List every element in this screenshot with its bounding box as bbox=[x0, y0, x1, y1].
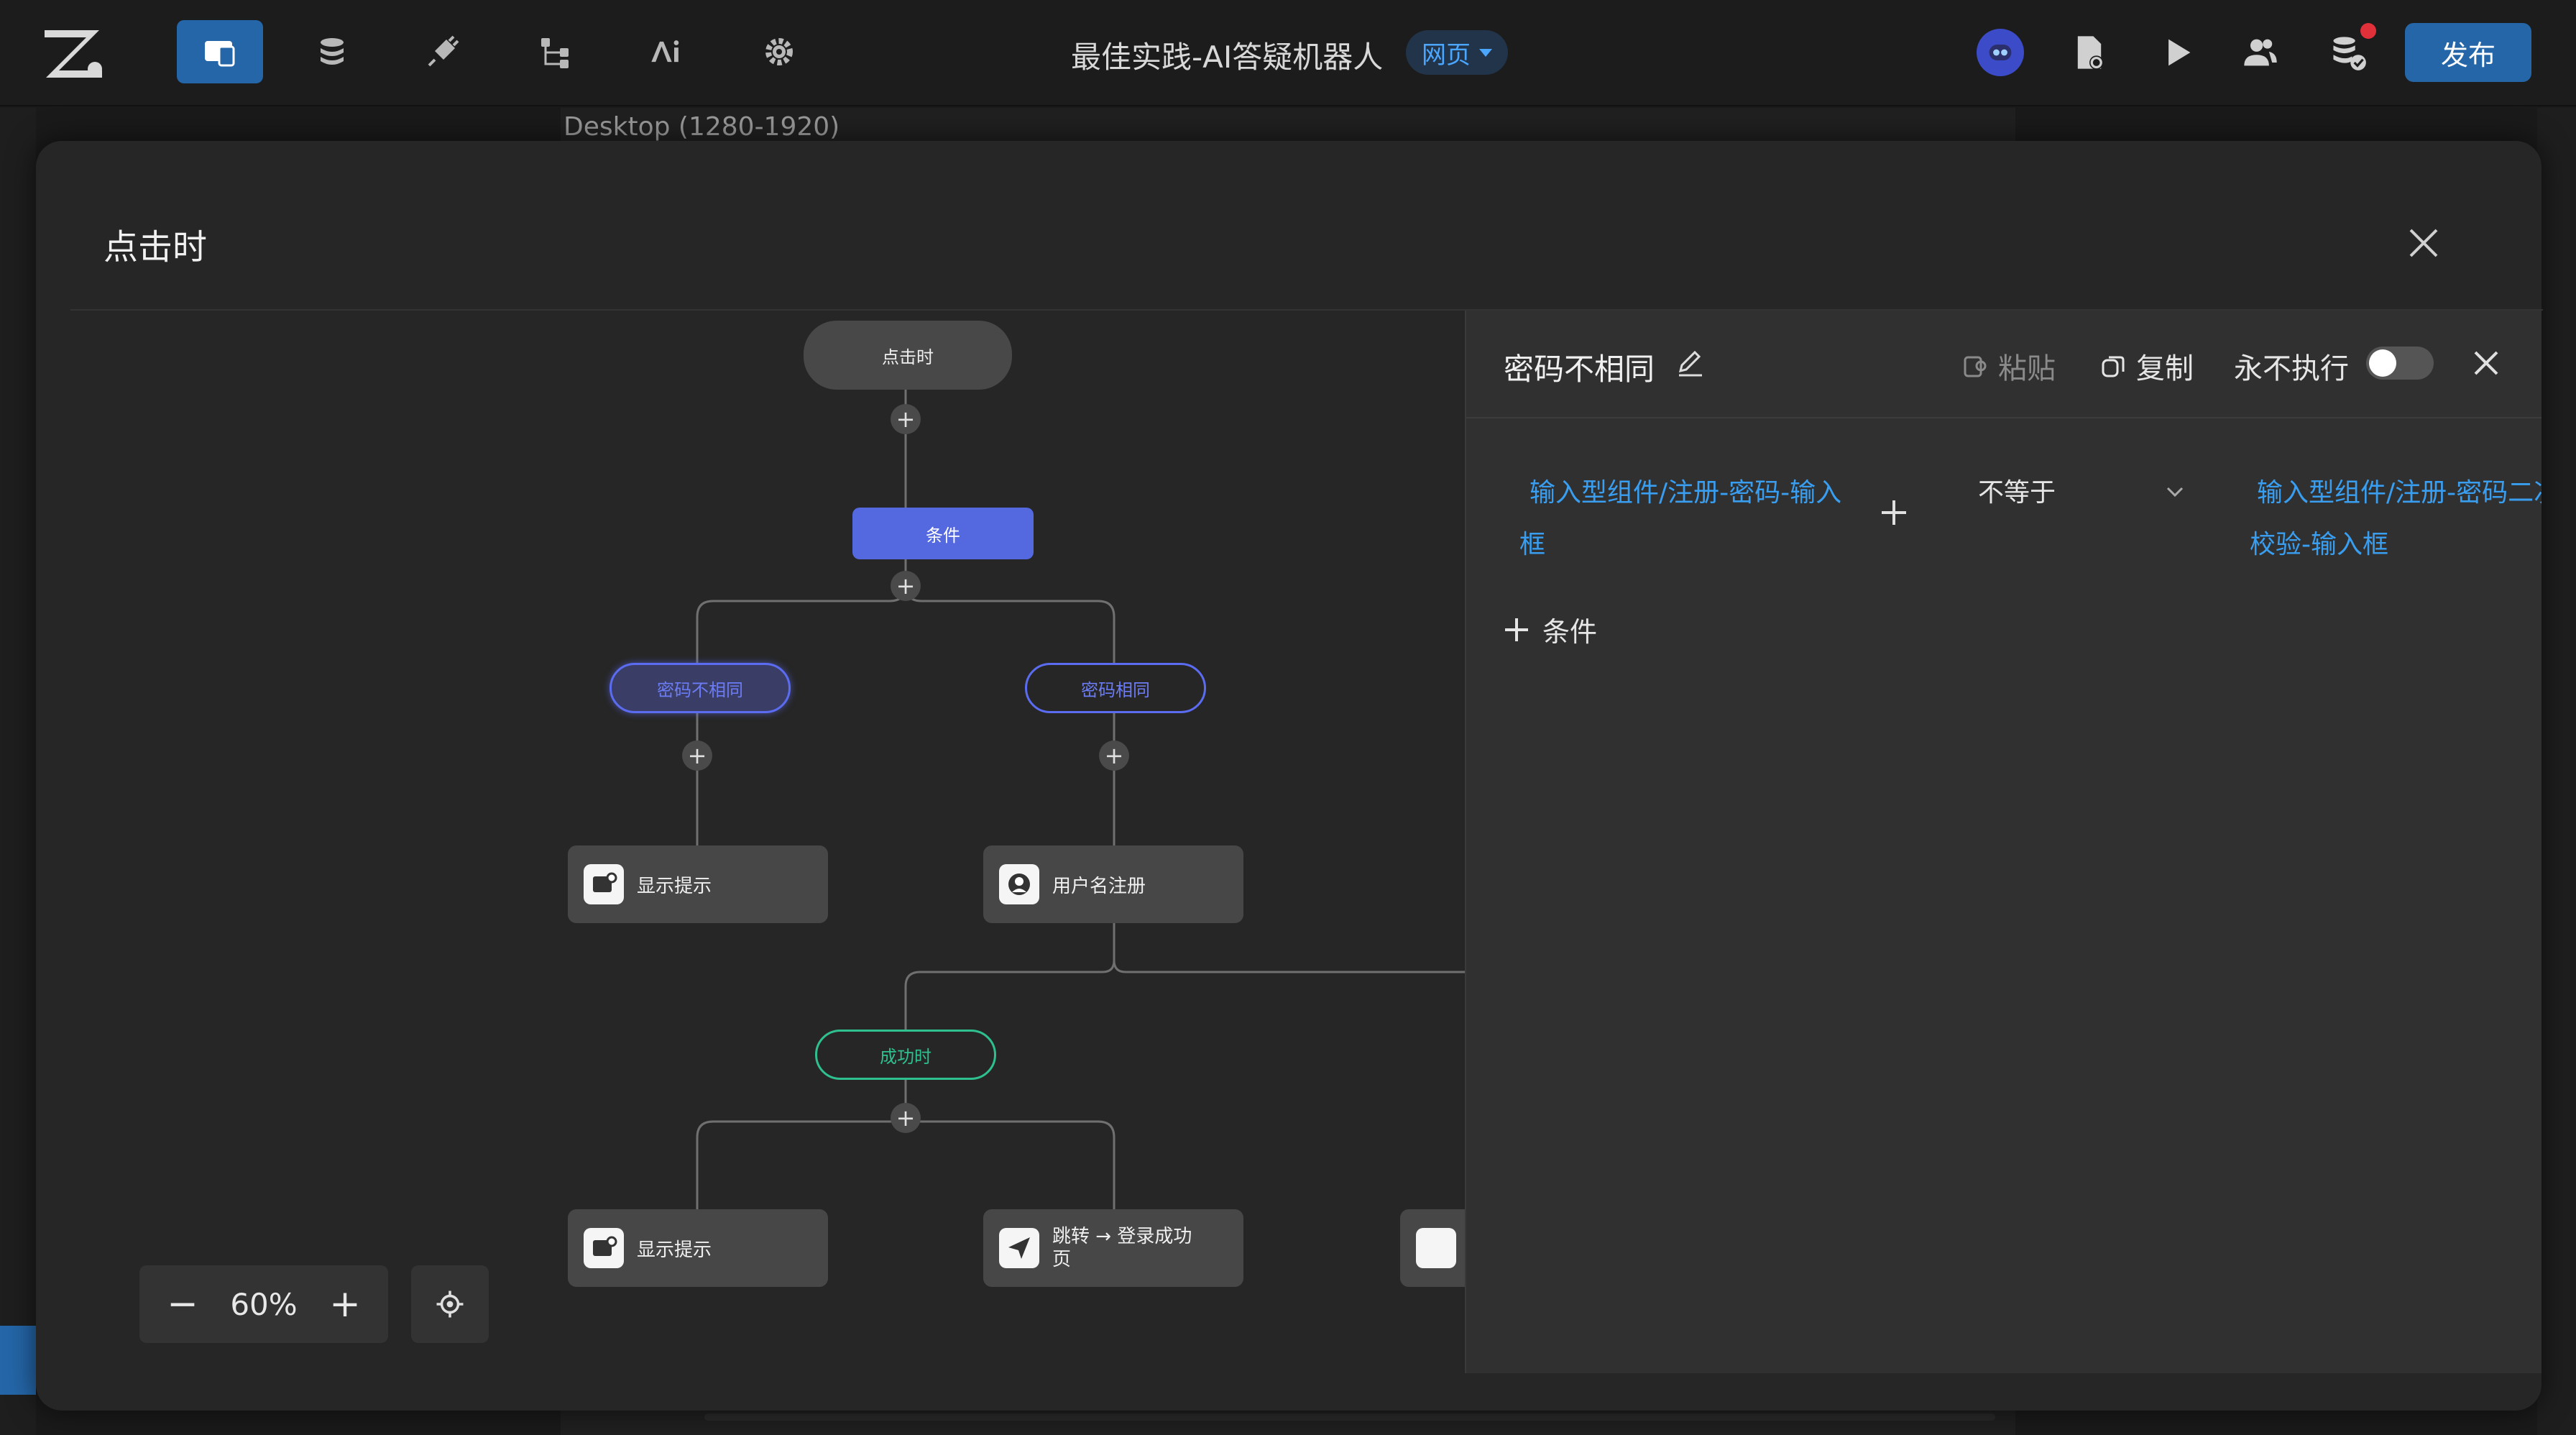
settings-icon[interactable] bbox=[736, 20, 822, 83]
plugin-icon[interactable] bbox=[400, 20, 486, 83]
card-label: 跳转 → 登录成功页 bbox=[1052, 1225, 1192, 1271]
message-icon bbox=[1416, 1228, 1456, 1268]
on-success-node[interactable]: 成功时 bbox=[815, 1030, 996, 1080]
publish-button[interactable]: 发布 bbox=[2405, 23, 2531, 82]
operand-line: 输入型组件/注册-密码-输入 bbox=[1530, 478, 1842, 508]
message-icon bbox=[584, 864, 624, 904]
action-card-show-tip[interactable]: 显示提示 bbox=[568, 1209, 828, 1287]
selected-item-highlight bbox=[0, 1326, 36, 1395]
card-label-line: 跳转 → 登录成功 bbox=[1052, 1226, 1192, 1247]
close-icon[interactable] bbox=[2402, 221, 2445, 265]
action-card-register[interactable]: 用户名注册 bbox=[983, 845, 1243, 923]
copy-label: 复制 bbox=[2136, 352, 2194, 385]
condition-detail-panel: 密码不相同 粘贴 复制 永不执行 输入型组件/注册-密码-输入 框 不等于 输入… bbox=[1465, 311, 2542, 1373]
zoom-control: − 60% + bbox=[139, 1265, 388, 1343]
app-title: 最佳实践-AI答疑机器人 bbox=[1071, 40, 1384, 75]
card-label: 显示提示 bbox=[637, 875, 712, 897]
condition-node[interactable]: 条件 bbox=[852, 508, 1034, 559]
zoom-level: 60% bbox=[230, 1286, 298, 1322]
ai-icon[interactable] bbox=[624, 20, 710, 83]
database-icon[interactable] bbox=[289, 20, 375, 83]
operand-line: 输入型组件/注册-密码二次 bbox=[2257, 478, 2542, 508]
action-card-partial[interactable] bbox=[1400, 1209, 1465, 1287]
modal-title: 点击时 bbox=[104, 227, 208, 267]
operand-line: 校验-输入框 bbox=[2250, 530, 2388, 559]
add-step-button[interactable]: + bbox=[891, 404, 921, 434]
card-label: 显示提示 bbox=[637, 1239, 712, 1261]
edit-icon[interactable] bbox=[1675, 347, 1706, 378]
locate-icon[interactable] bbox=[411, 1265, 489, 1343]
toggle-knob bbox=[2369, 349, 2396, 377]
add-step-button[interactable]: + bbox=[891, 1103, 921, 1133]
logo-icon[interactable] bbox=[42, 26, 106, 81]
zoom-in-button[interactable]: + bbox=[323, 1283, 367, 1326]
never-execute-toggle[interactable] bbox=[2366, 347, 2434, 380]
user-icon bbox=[999, 864, 1039, 904]
operand-line: 框 bbox=[1519, 530, 1546, 559]
page-settings-icon[interactable] bbox=[2064, 27, 2115, 78]
chevron-down-icon[interactable] bbox=[2163, 480, 2186, 503]
copy-icon bbox=[2102, 356, 2125, 377]
branch-password-mismatch[interactable]: 密码不相同 bbox=[610, 663, 791, 713]
add-step-button[interactable]: + bbox=[891, 571, 921, 601]
add-condition-button[interactable]: 条件 bbox=[1502, 610, 1597, 649]
plus-icon bbox=[1505, 618, 1528, 641]
workflow-icon[interactable] bbox=[512, 20, 598, 83]
event-flow-modal: 点击时 点击时 + 条件 + 密码不相同 密码相同 + + 显示提示 用户名注册… bbox=[36, 141, 2543, 1411]
operator-select[interactable]: 不等于 bbox=[1978, 472, 2056, 509]
top-bar: 最佳实践-AI答疑机器人 网页 发布 bbox=[0, 0, 2576, 106]
branch-name: 密码不相同 bbox=[1504, 352, 1655, 387]
horizontal-scrollbar[interactable] bbox=[704, 1413, 1995, 1421]
message-icon bbox=[584, 1228, 624, 1268]
paste-icon bbox=[1964, 356, 1987, 377]
branch-password-match[interactable]: 密码相同 bbox=[1025, 663, 1206, 713]
page-design-icon[interactable] bbox=[177, 20, 263, 83]
card-label: 用户名注册 bbox=[1052, 875, 1146, 897]
right-panel-underlay bbox=[2537, 108, 2576, 1435]
add-expression-icon[interactable] bbox=[1876, 495, 1912, 531]
right-operand-select[interactable]: 输入型组件/注册-密码二次 校验-输入框 bbox=[2250, 467, 2542, 571]
start-node[interactable]: 点击时 bbox=[804, 321, 1012, 390]
add-step-button[interactable]: + bbox=[1099, 741, 1129, 771]
close-icon[interactable] bbox=[2470, 347, 2503, 380]
device-size-label: Desktop (1280-1920) bbox=[564, 112, 840, 142]
notification-dot bbox=[2360, 23, 2376, 39]
copy-button[interactable]: 复制 bbox=[2099, 345, 2194, 387]
flow-canvas[interactable]: 点击时 + 条件 + 密码不相同 密码相同 + + 显示提示 用户名注册 成功时… bbox=[70, 311, 1465, 1375]
caret-down-icon bbox=[1479, 48, 1492, 57]
never-execute-label: 永不执行 bbox=[2234, 352, 2349, 385]
preview-icon[interactable] bbox=[2152, 27, 2202, 78]
panel-header: 密码不相同 粘贴 复制 永不执行 bbox=[1466, 311, 2542, 418]
paste-button[interactable]: 粘贴 bbox=[1961, 345, 2056, 387]
assistant-icon[interactable] bbox=[1977, 29, 2024, 76]
add-condition-label: 条件 bbox=[1542, 616, 1598, 648]
left-sidebar-underlay bbox=[0, 108, 36, 1435]
paste-label: 粘贴 bbox=[1998, 352, 2056, 385]
platform-dropdown[interactable]: 网页 bbox=[1406, 30, 1508, 75]
action-card-show-tip[interactable]: 显示提示 bbox=[568, 845, 828, 923]
send-icon bbox=[999, 1228, 1039, 1268]
left-operand-select[interactable]: 输入型组件/注册-密码-输入 框 bbox=[1519, 467, 1864, 571]
platform-label: 网页 bbox=[1422, 40, 1471, 70]
users-icon[interactable] bbox=[2235, 27, 2286, 78]
app-root: 最佳实践-AI答疑机器人 网页 发布 Desktop (1280-1920) 点… bbox=[0, 0, 2576, 1435]
zoom-out-button[interactable]: − bbox=[161, 1283, 204, 1326]
action-card-navigate[interactable]: 跳转 → 登录成功页 bbox=[983, 1209, 1243, 1287]
add-step-button[interactable]: + bbox=[682, 741, 712, 771]
card-label-line: 页 bbox=[1052, 1249, 1072, 1270]
